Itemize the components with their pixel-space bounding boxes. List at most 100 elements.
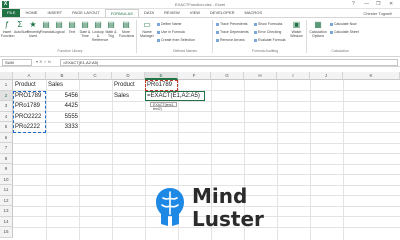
date-time-button[interactable]: ▤ Date & Time <box>79 20 91 38</box>
column-header-k[interactable]: K <box>343 72 400 80</box>
use-in-formula-button[interactable]: Use in Formula <box>157 30 185 34</box>
star-icon: ★ <box>29 20 37 29</box>
row-header-13[interactable]: 13 <box>0 206 13 217</box>
row-header-8[interactable]: 8 <box>0 153 13 164</box>
formula-bar: SUM ▾ ✕ ✓ fx =EXACT(E1,A2:A5) <box>0 58 400 67</box>
math-trig-button[interactable]: ▤ Math & Trig <box>105 20 117 38</box>
row-header-11[interactable]: 11 <box>0 185 13 196</box>
select-all-corner[interactable] <box>0 72 13 80</box>
column-header-e[interactable]: E <box>145 72 178 80</box>
active-cell-e2[interactable]: =EXACT(E1,A2:A5) <box>145 90 205 102</box>
column-header-g[interactable]: G <box>211 72 244 80</box>
define-name-button[interactable]: Define Name <box>157 22 181 26</box>
sigma-icon: Σ <box>17 20 23 29</box>
book-icon: ▤ <box>122 20 130 29</box>
close-button[interactable]: ✕ <box>389 1 393 7</box>
calculate-sheet-button[interactable]: Calculate Sheet <box>330 30 359 34</box>
column-header-j[interactable]: J <box>310 72 343 80</box>
row-header-15[interactable]: 15 <box>0 227 13 238</box>
calculation-options-button[interactable]: ▦ Calculation Options <box>309 20 327 38</box>
logical-button[interactable]: ▤ Logical <box>53 20 65 34</box>
row-header-12[interactable]: 12 <box>0 195 13 206</box>
create-selection-icon <box>157 38 160 42</box>
column-header-d[interactable]: D <box>112 72 145 80</box>
fx-icon: ƒ <box>4 20 10 29</box>
tab-data[interactable]: DATA <box>139 9 159 17</box>
cell-e2-editing[interactable]: =EXACT(E1,A2:A5) <box>146 91 201 102</box>
error-checking-button[interactable]: Error Checking <box>254 30 281 34</box>
cell-b5[interactable]: 3333 <box>47 122 79 133</box>
tab-insert[interactable]: INSERT <box>42 9 67 17</box>
cell-d2[interactable]: Sales <box>113 91 145 102</box>
gridline <box>112 80 113 240</box>
function-tooltip[interactable]: EXACT(text1, text2) <box>150 102 178 111</box>
cell-b3[interactable]: 4425 <box>47 101 79 112</box>
row-header-3[interactable]: 3 <box>0 101 13 112</box>
tab-page-layout[interactable]: PAGE LAYOUT <box>67 9 105 17</box>
name-manager-button[interactable]: ▭ Name Manager <box>140 20 154 38</box>
define-name-icon <box>157 22 160 26</box>
logo-text-luster: Luster <box>192 207 264 231</box>
autosum-button[interactable]: Σ AutoSum <box>14 20 28 34</box>
ribbon-separator <box>212 20 213 53</box>
text-button[interactable]: ▤ Text <box>66 20 78 34</box>
column-header-f[interactable]: F <box>178 72 211 80</box>
tab-home[interactable]: HOME <box>20 9 42 17</box>
restore-button[interactable]: ❐ <box>376 1 380 7</box>
row-header-9[interactable]: 9 <box>0 164 13 175</box>
tab-review[interactable]: REVIEW <box>159 9 185 17</box>
tab-formulas[interactable]: FORMULAS <box>104 9 139 17</box>
recently-used-button[interactable]: ★ Recently Used <box>27 20 41 38</box>
remove-arrows-button[interactable]: Remove Arrows <box>216 38 245 42</box>
cell-d1[interactable]: Product <box>113 80 145 91</box>
help-button[interactable]: ? <box>352 1 355 7</box>
column-header-c[interactable]: C <box>79 72 112 80</box>
lookup-reference-button[interactable]: ▤ Lookup & Reference <box>92 20 108 42</box>
ribbon-tabs: FILE HOME INSERT PAGE LAYOUT FORMULAS DA… <box>0 9 400 17</box>
tab-developer[interactable]: DEVELOPER <box>205 9 239 17</box>
more-functions-button[interactable]: ▤ More Functions <box>119 20 134 38</box>
cell-a1[interactable]: Product <box>14 80 46 91</box>
name-box[interactable]: SUM <box>2 59 32 66</box>
tab-macros[interactable]: MACROS <box>239 9 267 17</box>
column-header-i[interactable]: I <box>277 72 310 80</box>
user-name[interactable]: Chester Tugwell <box>363 11 392 16</box>
cell-b2[interactable]: 5456 <box>47 91 79 102</box>
show-formulas-button[interactable]: Show Formulas <box>254 22 282 26</box>
cell-a5[interactable]: PRo2222 <box>14 122 46 133</box>
show-formulas-icon <box>254 22 257 26</box>
cell-e1[interactable]: PRo1789 <box>146 80 178 91</box>
cell-a2[interactable]: PRO1789 <box>14 91 46 102</box>
formula-bar-buttons[interactable]: ▾ ✕ ✓ fx <box>36 59 51 64</box>
row-header-10[interactable]: 10 <box>0 174 13 185</box>
row-header-6[interactable]: 6 <box>0 132 13 143</box>
evaluate-formula-button[interactable]: Evaluate Formula <box>254 38 285 42</box>
row-header-7[interactable]: 7 <box>0 143 13 154</box>
brain-icon <box>156 188 184 226</box>
create-from-selection-button[interactable]: Create from Selection <box>157 38 195 42</box>
formula-input[interactable]: =EXACT(E1,A2:A5) <box>60 59 398 66</box>
use-in-formula-icon <box>157 30 160 34</box>
cell-b4[interactable]: 5555 <box>47 112 79 123</box>
row-header-2[interactable]: 2 <box>0 90 13 101</box>
tab-file[interactable]: FILE <box>2 9 21 17</box>
trace-dependents-button[interactable]: Trace Dependents <box>216 30 249 34</box>
row-header-14[interactable]: 14 <box>0 216 13 227</box>
column-header-a[interactable]: A <box>13 72 46 80</box>
calculate-now-button[interactable]: Calculate Now <box>330 22 357 26</box>
row-header-1[interactable]: 1 <box>0 80 13 91</box>
tab-view[interactable]: VIEW <box>185 9 205 17</box>
financial-button[interactable]: ▤ Financial <box>40 20 54 34</box>
book-icon: ▤ <box>42 20 50 29</box>
cell-b1[interactable]: Sales <box>47 80 79 91</box>
column-header-b[interactable]: B <box>46 72 79 80</box>
row-header-5[interactable]: 5 <box>0 122 13 133</box>
row-header-4[interactable]: 4 <box>0 111 13 122</box>
watch-window-button[interactable]: ▣ Watch Window <box>290 20 303 38</box>
column-header-h[interactable]: H <box>244 72 277 80</box>
insert-function-button[interactable]: ƒ Insert Function <box>1 20 14 38</box>
cell-a3[interactable]: PRo1789 <box>14 101 46 112</box>
minimize-button[interactable]: — <box>364 1 369 7</box>
trace-precedents-button[interactable]: Trace Precedents <box>216 22 248 26</box>
cell-a4[interactable]: PRO2222 <box>14 112 46 123</box>
